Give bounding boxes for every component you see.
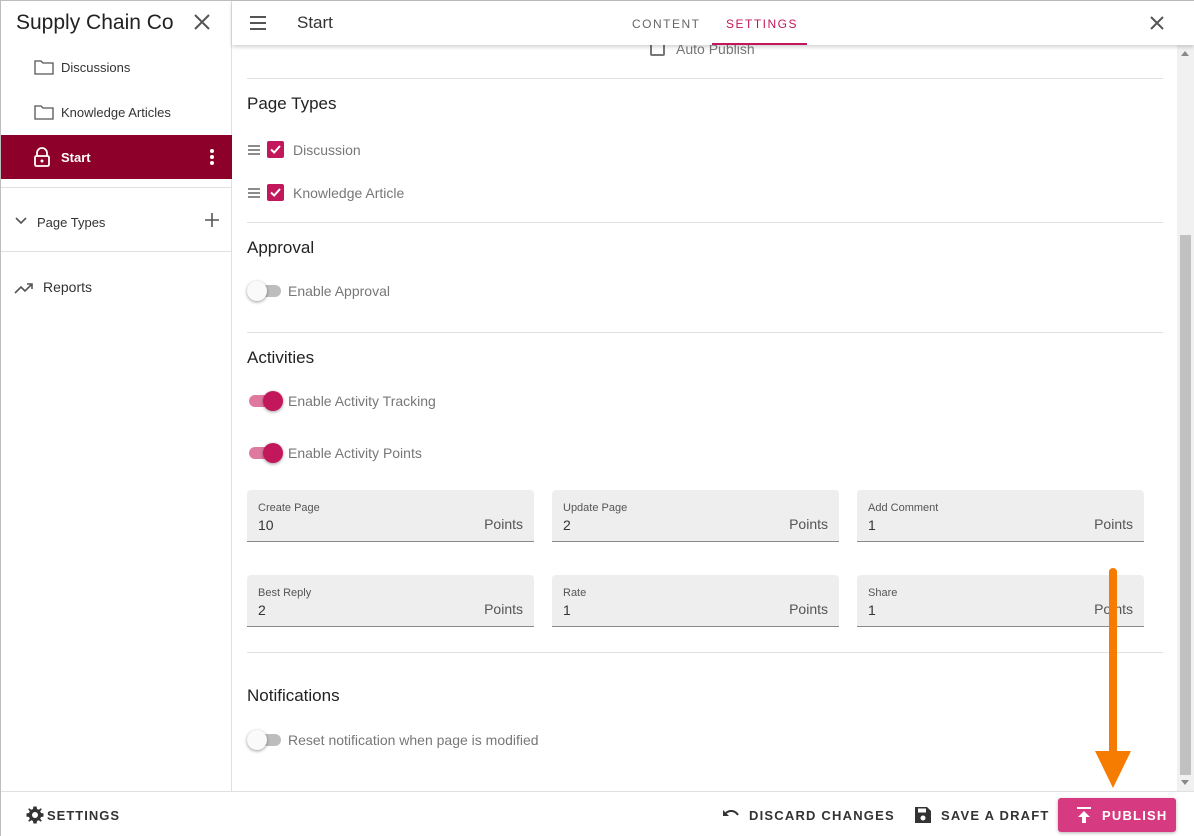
section-title-page-types: Page Types <box>247 94 337 113</box>
discard-changes-button[interactable]: DISCARD CHANGES <box>721 798 894 832</box>
section-divider <box>247 222 1163 223</box>
tab-content[interactable]: CONTENT <box>632 17 701 31</box>
more-vert-icon[interactable] <box>205 147 219 167</box>
toggle-label: Enable Activity Points <box>288 445 422 461</box>
footer-bar: SETTINGS DISCARD CHANGES SAVE A DRAFT PU… <box>1 791 1194 836</box>
field-value[interactable]: 1 <box>868 517 876 533</box>
gear-icon <box>26 806 44 824</box>
page-title: Start <box>297 13 333 32</box>
checkbox-checked[interactable] <box>267 184 284 201</box>
toggle-knob[interactable] <box>247 730 267 750</box>
publish-icon <box>1077 807 1091 823</box>
checkbox-checked[interactable] <box>267 141 284 158</box>
save-draft-button[interactable]: SAVE A DRAFT <box>913 798 1048 832</box>
app-window: Supply Chain Co Discussions Knowledge Ar… <box>0 0 1194 836</box>
vertical-scrollbar[interactable] <box>1177 45 1194 791</box>
toggle-label: Enable Activity Tracking <box>288 393 436 409</box>
sidebar-item-label: Discussions <box>61 60 131 75</box>
sidebar-divider <box>1 187 232 188</box>
folder-icon <box>34 60 54 75</box>
best-reply-points-field[interactable]: Best Reply 2 Points <box>247 575 534 627</box>
section-title-activities: Activities <box>247 348 315 367</box>
field-label: Rate <box>563 587 587 599</box>
sidebar-item-reports[interactable]: Reports <box>1 271 232 303</box>
auto-publish-label: Auto Publish <box>676 45 755 57</box>
drag-handle-icon[interactable] <box>247 186 261 200</box>
sidebar-item-label: Knowledge Articles <box>61 105 171 120</box>
field-label: Best Reply <box>258 587 312 599</box>
save-draft-label: SAVE A DRAFT <box>941 808 1050 823</box>
update-page-points-field[interactable]: Update Page 2 Points <box>552 490 839 542</box>
field-label: Create Page <box>258 502 320 514</box>
field-value[interactable]: 10 <box>258 517 274 533</box>
section-title-notifications: Notifications <box>247 686 340 705</box>
sidebar-group-label: Page Types <box>37 215 106 230</box>
folder-icon <box>34 105 54 120</box>
scroll-up-arrow-icon[interactable] <box>1181 51 1189 56</box>
tab-settings[interactable]: SETTINGS <box>726 17 798 31</box>
sidebar: Supply Chain Co Discussions Knowledge Ar… <box>1 1 232 791</box>
field-value[interactable]: 1 <box>563 602 571 618</box>
sidebar-title: Supply Chain Co <box>16 11 174 34</box>
sidebar-item-discussions[interactable]: Discussions <box>1 45 232 89</box>
section-divider <box>247 78 1163 79</box>
rate-points-field[interactable]: Rate 1 Points <box>552 575 839 627</box>
settings-button-label: SETTINGS <box>47 808 121 823</box>
sidebar-item-label: Start <box>61 150 91 165</box>
drag-handle-icon[interactable] <box>247 143 261 157</box>
settings-panel: Auto Publish Page Types Discussion Knowl… <box>232 45 1177 791</box>
create-page-points-field[interactable]: Create Page 10 Points <box>247 490 534 542</box>
discard-changes-label: DISCARD CHANGES <box>749 808 895 823</box>
sidebar-item-label: Reports <box>43 279 93 295</box>
field-suffix: Points <box>789 601 828 617</box>
toggle-label: Enable Approval <box>288 283 390 299</box>
publish-label: PUBLISH <box>1102 808 1168 823</box>
field-suffix: Points <box>484 516 523 532</box>
toggle-knob[interactable] <box>263 443 283 463</box>
trending-up-icon <box>14 283 33 294</box>
field-value[interactable]: 2 <box>258 602 266 618</box>
field-label: Add Comment <box>868 502 939 514</box>
checkbox-unchecked[interactable] <box>650 45 665 56</box>
scroll-down-arrow-icon[interactable] <box>1181 780 1189 785</box>
scrollbar-thumb[interactable] <box>1180 235 1191 775</box>
field-label: Update Page <box>563 502 628 514</box>
page-type-label: Discussion <box>293 142 361 158</box>
field-suffix: Points <box>1094 601 1133 617</box>
active-tab-indicator <box>712 43 807 45</box>
field-value[interactable]: 2 <box>563 517 571 533</box>
field-suffix: Points <box>1094 516 1133 532</box>
publish-button[interactable]: PUBLISH <box>1058 798 1176 832</box>
top-bar: Start CONTENT SETTINGS <box>232 1 1194 45</box>
section-divider <box>247 652 1163 653</box>
toggle-label: Reset notification when page is modified <box>288 732 539 748</box>
undo-icon <box>723 809 739 816</box>
lock-icon <box>34 147 50 167</box>
field-value[interactable]: 1 <box>868 602 876 618</box>
sidebar-item-start[interactable]: Start <box>1 135 232 179</box>
sidebar-item-knowledge-articles[interactable]: Knowledge Articles <box>1 90 232 134</box>
check-icon <box>270 188 281 197</box>
toggle-knob[interactable] <box>263 391 283 411</box>
chevron-down-icon <box>15 217 27 225</box>
close-icon[interactable] <box>191 11 213 33</box>
add-comment-points-field[interactable]: Add Comment 1 Points <box>857 490 1144 542</box>
field-suffix: Points <box>789 516 828 532</box>
field-suffix: Points <box>484 601 523 617</box>
share-points-field[interactable]: Share 1 Points <box>857 575 1144 627</box>
save-icon <box>915 807 931 823</box>
sidebar-divider <box>1 251 232 252</box>
toggle-knob[interactable] <box>247 281 267 301</box>
close-icon[interactable] <box>1147 13 1167 33</box>
field-label: Share <box>868 587 898 599</box>
menu-icon[interactable] <box>248 13 268 33</box>
sidebar-group-page-types[interactable]: Page Types <box>1 201 232 241</box>
section-divider <box>247 332 1163 333</box>
section-title-approval: Approval <box>247 238 315 257</box>
add-icon[interactable] <box>203 211 221 229</box>
page-type-label: Knowledge Article <box>293 185 405 201</box>
check-icon <box>270 145 281 154</box>
